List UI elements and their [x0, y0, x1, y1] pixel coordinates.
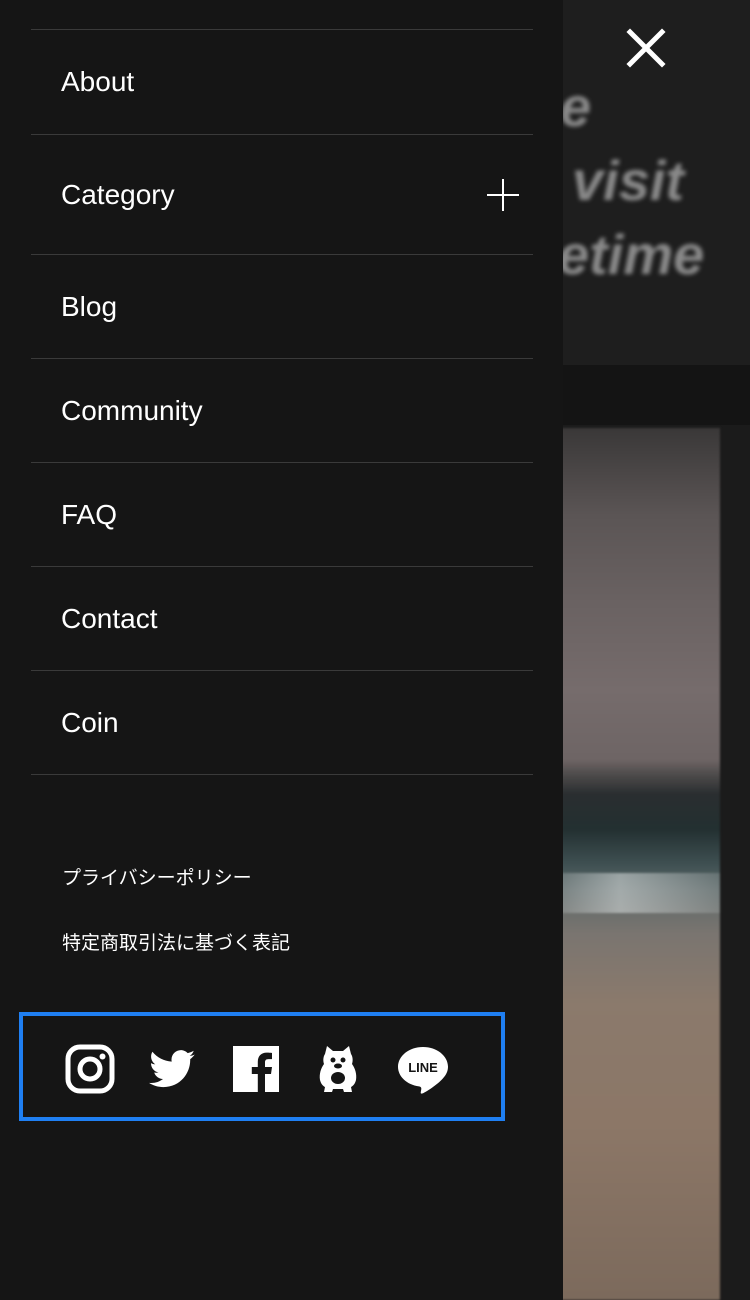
menu-item-coin[interactable]: Coin [31, 671, 533, 775]
close-icon [626, 28, 666, 68]
menu-item-label: Community [61, 394, 203, 426]
menu-item-label: Blog [61, 290, 118, 322]
menu-item-category[interactable]: Category [31, 135, 533, 255]
menu-item-about[interactable]: About [31, 30, 533, 135]
menu-item-label: Category [61, 178, 175, 210]
menu-item-blog[interactable]: Blog [31, 255, 533, 359]
close-menu-button[interactable] [620, 22, 672, 74]
plus-icon[interactable] [487, 178, 519, 211]
privacy-policy-link[interactable]: プライバシーポリシー [62, 863, 252, 890]
menu-item-label: Contact [61, 602, 158, 634]
suzuri-icon[interactable] [313, 1044, 363, 1094]
legal-notice-link[interactable]: 特定商取引法に基づく表記 [62, 928, 290, 955]
navigation-drawer: About Category Blog Community FAQ Contac… [0, 0, 563, 1300]
line-icon[interactable]: LINE [395, 1044, 451, 1094]
menu-item-label: FAQ [61, 498, 118, 530]
instagram-icon[interactable] [65, 1044, 115, 1094]
menu-item-label: About [61, 66, 135, 97]
menu-list: About Category Blog Community FAQ Contac… [31, 29, 533, 775]
menu-item-community[interactable]: Community [31, 359, 533, 463]
facebook-icon[interactable] [231, 1044, 281, 1094]
menu-item-contact[interactable]: Contact [31, 567, 533, 671]
menu-item-faq[interactable]: FAQ [31, 463, 533, 567]
social-links: LINE [19, 1012, 505, 1121]
twitter-icon[interactable] [147, 1044, 197, 1094]
menu-item-label: Coin [61, 706, 119, 738]
line-logo-text: LINE [408, 1060, 438, 1075]
